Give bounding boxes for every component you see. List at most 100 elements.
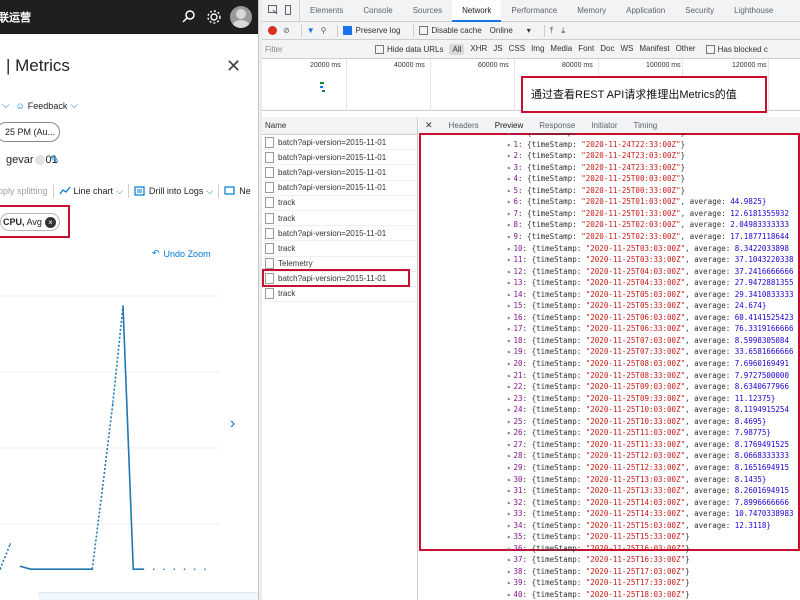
expand-arrow-icon[interactable]: ▸ — [507, 347, 512, 356]
filter-type-media[interactable]: Media — [550, 44, 572, 55]
checkbox[interactable] — [705, 44, 715, 54]
json-row[interactable]: ▸ 35: {timeStamp: "2020-11-25T15:33:00Z"} — [507, 531, 690, 542]
detail-tab-initiator[interactable]: Initiator — [583, 117, 625, 135]
checkbox[interactable] — [419, 26, 429, 35]
expand-arrow-icon[interactable]: ▸ — [507, 278, 512, 287]
json-row[interactable]: ▸ 21: {timeStamp: "2020-11-25T08:33:00Z",… — [507, 370, 789, 381]
expand-arrow-icon[interactable]: ▸ — [507, 428, 512, 437]
json-row[interactable]: ▸ 36: {timeStamp: "2020-11-25T16:03:00Z"} — [507, 543, 690, 554]
json-row[interactable]: ▸ 37: {timeStamp: "2020-11-25T16:33:00Z"} — [507, 554, 690, 565]
import-har-icon[interactable]: ⤒ — [550, 26, 554, 36]
expand-arrow-icon[interactable]: ▸ — [507, 578, 512, 587]
close-icon[interactable]: ✕ — [226, 56, 241, 77]
json-row[interactable]: ▸ 16: {timeStamp: "2020-11-25T06:03:00Z",… — [507, 312, 793, 323]
expand-arrow-icon[interactable]: ▸ — [507, 151, 512, 160]
detail-tab-headers[interactable]: Headers — [441, 117, 487, 135]
expand-arrow-icon[interactable]: ▸ — [507, 451, 512, 460]
filter-icon[interactable]: ▼ — [307, 26, 315, 35]
record-icon[interactable] — [268, 26, 277, 35]
search-icon[interactable] — [180, 8, 198, 26]
json-row[interactable]: ▸ 33: {timeStamp: "2020-11-25T14:33:00Z",… — [507, 508, 793, 519]
json-row[interactable]: ▸ 38: {timeStamp: "2020-11-25T17:03:00Z"} — [507, 566, 690, 577]
chevron-down-icon[interactable]: ⌵ — [70, 100, 78, 111]
expand-arrow-icon[interactable]: ▸ — [507, 186, 512, 195]
tab-performance[interactable]: Performance — [501, 0, 567, 22]
avatar[interactable] — [230, 6, 252, 28]
json-row[interactable]: ▸ 7: {timeStamp: "2020-11-25T01:33:00Z", … — [507, 208, 789, 219]
json-row[interactable]: ▸ 30: {timeStamp: "2020-11-25T13:03:00Z",… — [507, 474, 766, 485]
expand-arrow-icon[interactable]: ▸ — [507, 244, 512, 253]
json-row[interactable]: ▸ 24: {timeStamp: "2020-11-25T10:03:00Z",… — [507, 404, 789, 415]
expand-arrow-icon[interactable]: ▸ — [507, 567, 512, 576]
request-row[interactable]: batch?api-version=2015-11-01 — [262, 150, 417, 166]
json-row[interactable]: ▸ 19: {timeStamp: "2020-11-25T07:33:00Z",… — [507, 346, 793, 357]
filter-type-font[interactable]: Font — [578, 44, 594, 55]
time-range-picker[interactable]: 25 PM (Au... — [0, 122, 60, 142]
expand-arrow-icon[interactable]: ▸ — [507, 498, 512, 507]
json-row[interactable]: ▸ 17: {timeStamp: "2020-11-25T06:33:00Z",… — [507, 323, 793, 334]
expand-arrow-icon[interactable]: ▸ — [507, 440, 512, 449]
json-row[interactable]: ▸ 31: {timeStamp: "2020-11-25T13:33:00Z",… — [507, 485, 789, 496]
json-row[interactable]: ▸ 9: {timeStamp: "2020-11-25T02:33:00Z", … — [507, 231, 789, 242]
json-row[interactable]: ▸ 12: {timeStamp: "2020-11-25T04:03:00Z",… — [507, 266, 793, 277]
json-row[interactable]: ▸0: {timeStamp: "2020-11-24T22:03:00Z"} — [507, 133, 685, 138]
clear-icon[interactable]: ⊘ — [283, 26, 290, 35]
json-row[interactable]: ▸ 32: {timeStamp: "2020-11-25T14:03:00Z",… — [507, 497, 789, 508]
close-icon[interactable]: × — [45, 217, 56, 228]
expand-arrow-icon[interactable]: ▸ — [507, 590, 512, 599]
filter-type-img[interactable]: Img — [531, 44, 544, 55]
inspect-icon[interactable] — [268, 4, 278, 17]
request-row[interactable]: track — [262, 211, 417, 227]
feedback-button[interactable]: Feedback — [28, 101, 68, 111]
expand-arrow-icon[interactable]: ▸ — [507, 324, 512, 333]
search-icon[interactable]: ⚲ — [321, 26, 327, 35]
json-row[interactable]: ▸ 15: {timeStamp: "2020-11-25T05:33:00Z",… — [507, 300, 766, 311]
drill-into-logs-button[interactable]: Drill into Logs ⌵ — [134, 186, 213, 197]
edit-pencil-icon[interactable]: ✎ — [50, 153, 59, 166]
filter-type-xhr[interactable]: XHR — [470, 44, 487, 55]
json-row[interactable]: ▸ 3: {timeStamp: "2020-11-24T23:33:00Z"} — [507, 162, 685, 173]
json-row[interactable]: ▸ 13: {timeStamp: "2020-11-25T04:33:00Z",… — [507, 277, 793, 288]
close-icon[interactable]: ✕ — [425, 120, 433, 131]
expand-arrow-icon[interactable]: ▸ — [507, 475, 512, 484]
expand-arrow-icon[interactable]: ▸ — [507, 555, 512, 564]
request-row[interactable]: batch?api-version=2015-11-01 — [262, 181, 417, 196]
expand-arrow-icon[interactable]: ▸ — [507, 336, 512, 345]
filter-type-ws[interactable]: WS — [620, 44, 633, 55]
request-row[interactable]: batch?api-version=2015-11-01 — [262, 165, 417, 181]
json-row[interactable]: ▸ 28: {timeStamp: "2020-11-25T12:03:00Z",… — [507, 450, 789, 461]
request-row[interactable]: track — [262, 196, 417, 211]
json-row[interactable]: ▸ 23: {timeStamp: "2020-11-25T09:33:00Z",… — [507, 393, 775, 404]
undo-zoom-button[interactable]: ↶ Undo Zoom — [152, 248, 211, 259]
json-row[interactable]: ▸ 4: {timeStamp: "2020-11-25T00:03:00Z"} — [507, 173, 685, 184]
json-row[interactable]: ▸ 10: {timeStamp: "2020-11-25T03:03:00Z",… — [507, 243, 789, 254]
expand-arrow-icon[interactable]: ▸ — [507, 163, 512, 172]
json-row[interactable]: ▸ 40: {timeStamp: "2020-11-25T18:03:00Z"} — [507, 589, 690, 600]
json-row[interactable]: ▸ 8: {timeStamp: "2020-11-25T02:03:00Z", … — [507, 219, 789, 230]
expand-arrow-icon[interactable]: ▸ — [507, 532, 512, 541]
expand-arrow-icon[interactable]: ▸ — [507, 544, 512, 553]
expand-arrow-icon[interactable]: ▸ — [507, 301, 512, 310]
expand-arrow-icon[interactable]: ▸ — [507, 521, 512, 530]
expand-arrow-icon[interactable]: ▸ — [507, 313, 512, 322]
export-har-icon[interactable]: ⤓ — [561, 26, 565, 36]
json-row[interactable]: ▸ 11: {timeStamp: "2020-11-25T03:33:00Z",… — [507, 254, 793, 265]
expand-arrow-icon[interactable]: ▸ — [507, 197, 512, 206]
expand-arrow-icon[interactable]: ▸ — [507, 486, 512, 495]
expand-arrow-icon[interactable]: ▸ — [507, 463, 512, 472]
filter-type-all[interactable]: All — [449, 43, 465, 55]
expand-arrow-icon[interactable]: ▸ — [507, 405, 512, 414]
tab-application[interactable]: Application — [616, 0, 675, 22]
expand-arrow-icon[interactable]: ▸ — [507, 232, 512, 241]
json-row[interactable]: ▸ 22: {timeStamp: "2020-11-25T09:03:00Z",… — [507, 381, 789, 392]
json-row[interactable]: ▸ 29: {timeStamp: "2020-11-25T12:33:00Z",… — [507, 462, 789, 473]
expand-arrow-icon[interactable]: ▸ — [507, 290, 512, 299]
filter-type-css[interactable]: CSS — [509, 44, 525, 55]
tab-security[interactable]: Security — [675, 0, 724, 22]
json-row[interactable]: ▸ 34: {timeStamp: "2020-11-25T15:03:00Z",… — [507, 520, 771, 531]
expand-arrow-icon[interactable]: ▸ — [507, 371, 512, 380]
filter-type-manifest[interactable]: Manifest — [639, 44, 669, 55]
json-row[interactable]: ▸ 25: {timeStamp: "2020-11-25T10:33:00Z",… — [507, 416, 766, 427]
expand-arrow-icon[interactable]: ▸ — [507, 133, 512, 137]
expand-arrow-icon[interactable]: ▸ — [507, 255, 512, 264]
